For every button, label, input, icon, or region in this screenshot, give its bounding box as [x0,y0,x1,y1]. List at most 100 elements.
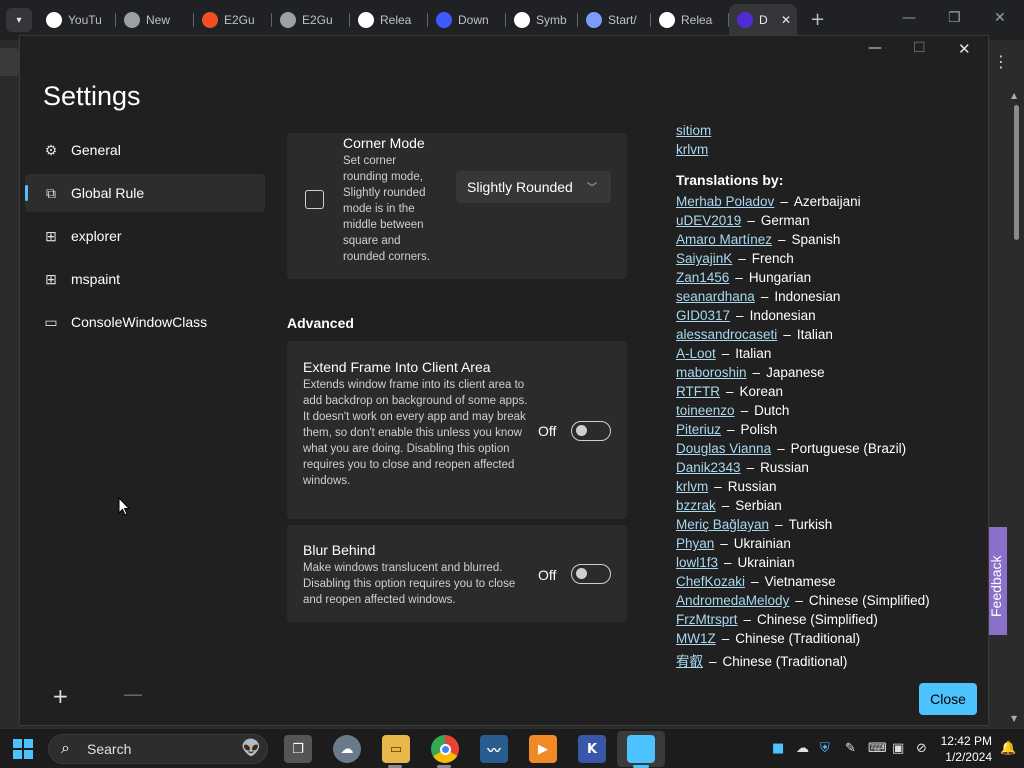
close-button[interactable]: Close [919,683,977,715]
maximize-button[interactable]: ☐ [913,40,926,56]
corner-mode-checkbox[interactable] [305,190,324,209]
translator-link[interactable]: FrzMtrsprt [676,612,738,627]
translator-link[interactable]: Meriç Bağlayan [676,517,769,532]
browser-tab[interactable]: Start/ [578,6,651,34]
translator-link[interactable]: AndromedaMelody [676,593,789,608]
windows-start-icon[interactable] [13,739,33,759]
display-icon[interactable]: ▣ [892,741,904,756]
scroll-down-arrow-icon[interactable]: ▼ [1011,714,1017,723]
browser-tab[interactable]: New [116,6,194,34]
translator-link[interactable]: Douglas Vianna [676,441,771,456]
tab-label: YouTu [68,13,102,27]
translator-link[interactable]: GID0317 [676,308,730,323]
translator-link[interactable]: SaiyajinK [676,251,732,266]
onedrive-icon[interactable]: ☁ [796,741,809,756]
scroll-thumb[interactable] [1014,105,1019,240]
resource-monitor-icon[interactable]: 〰 [480,735,508,763]
translation-credit: lowl1f3– Ukrainian [676,555,795,570]
keyboard-icon[interactable]: ⌨ [868,741,887,756]
browser-tab[interactable]: Relea [350,6,428,34]
translation-language: Indonesian [774,289,841,304]
browser-tab[interactable]: Relea [651,6,729,34]
sidebar-item[interactable]: ⊞ explorer [25,217,265,255]
add-rule-button[interactable]: + [52,684,69,708]
k-app-icon[interactable]: K [578,735,606,763]
translator-link[interactable]: uDEV2019 [676,213,741,228]
remove-rule-button[interactable]: — [123,682,143,706]
taskbar-search-input[interactable]: ⌕ Search 👽 [48,734,268,764]
active-app-icon[interactable] [627,735,655,763]
translator-link[interactable]: Amaro Martínez [676,232,772,247]
translator-link[interactable]: krlvm [676,479,708,494]
pen-icon[interactable]: ✎ [845,741,856,756]
translator-link[interactable]: Danik2343 [676,460,741,475]
browser-tab[interactable]: D ✕ [729,4,797,36]
translator-link[interactable]: toineenzo [676,403,735,418]
weather-icon[interactable]: ☁ [333,735,361,763]
notification-bell-icon[interactable]: 🔔 [1000,741,1016,756]
translation-credit: Amaro Martínez – Spanish [676,232,840,247]
tray-app-icon[interactable]: ■ [772,741,784,756]
file-explorer-icon[interactable]: ▭ [382,735,410,763]
scroll-up-arrow-icon[interactable]: ▲ [1011,91,1017,100]
task-view-icon[interactable]: ❐ [284,735,312,763]
credit-separator: – [760,289,769,304]
translations-heading: Translations by: [676,172,784,188]
settings-window: — ☐ ✕ Settings ⚙ General ⧉ Global Rule ⊞ expl… [19,35,989,726]
translation-credit: uDEV2019– German [676,213,810,228]
network-icon[interactable]: ⊘ [916,741,927,756]
clock[interactable]: 12:42 PM 1/2/2024 [936,733,992,765]
translation-language: Turkish [788,517,833,532]
sidebar-item[interactable]: ⧉ Global Rule [25,174,265,212]
translator-link[interactable]: bzzrak [676,498,716,513]
translator-link[interactable]: RTFTR [676,384,720,399]
credit-line: sitiom [676,123,711,138]
browser-tab[interactable]: E2Gu [272,6,350,34]
translator-link[interactable]: Phyan [676,536,714,551]
contributor-link[interactable]: sitiom [676,123,711,138]
close-tab-icon[interactable]: ✕ [781,13,791,27]
translator-link[interactable]: alessandrocaseti [676,327,777,342]
extend-frame-description: Extends window frame into its client are… [303,379,528,487]
browser-maximize-button[interactable]: ❐ [948,10,961,26]
translation-language: Serbian [735,498,782,513]
chrome-icon[interactable] [431,735,459,763]
translation-language: Polish [740,422,778,437]
sidebar-item[interactable]: ▭ ConsoleWindowClass [25,303,265,341]
extend-frame-toggle[interactable] [571,421,611,441]
translation-credit: Phyan – Ukrainian [676,536,791,551]
new-tab-button[interactable]: + [810,9,825,30]
tab-search-button[interactable]: ▾ [6,8,32,32]
translator-link[interactable]: Zan1456 [676,270,729,285]
browser-tab[interactable]: Down [428,6,506,34]
browser-minimize-button[interactable]: — [902,10,916,26]
sidebar-item[interactable]: ⊞ mspaint [25,260,265,298]
translator-link[interactable]: seanardhana [676,289,755,304]
minimize-button[interactable]: — [868,40,882,56]
browser-close-button[interactable]: ✕ [994,10,1006,26]
translator-link[interactable]: lowl1f3 [676,555,718,570]
translator-link[interactable]: A-Loot [676,346,716,361]
translator-link[interactable]: Piteriuz [676,422,721,437]
media-player-icon[interactable]: ▶ [529,735,557,763]
sidebar-item[interactable]: ⚙ General [25,131,265,169]
translator-link[interactable]: MW1Z [676,631,716,646]
translator-link[interactable]: Merhab Poladov [676,194,774,209]
translation-credit: GID0317– Indonesian [676,308,816,323]
translator-link[interactable]: 宥叡 [676,654,703,669]
translator-link[interactable]: ChefKozaki [676,574,745,589]
security-shield-icon[interactable]: ⛨ [820,741,830,756]
clock-date: 1/2/2024 [945,750,992,764]
browser-side-panel-handle[interactable] [0,48,19,76]
corner-mode-dropdown[interactable]: Slightly Rounded ﹀ [456,171,611,203]
translator-link[interactable]: maboroshin [676,365,747,380]
tab-label: E2Gu [302,13,333,27]
corner-mode-description: Set corner rounding mode, Slightly round… [343,155,430,263]
browser-tab[interactable]: Symb [506,6,578,34]
browser-menu-button[interactable]: ⋮ [993,52,1009,71]
contributor-link[interactable]: krlvm [676,142,708,157]
blur-behind-toggle[interactable] [571,564,611,584]
browser-tab[interactable]: E2Gu [194,6,272,34]
browser-tab[interactable]: YouTu [38,6,116,34]
close-window-button[interactable]: ✕ [958,40,971,58]
